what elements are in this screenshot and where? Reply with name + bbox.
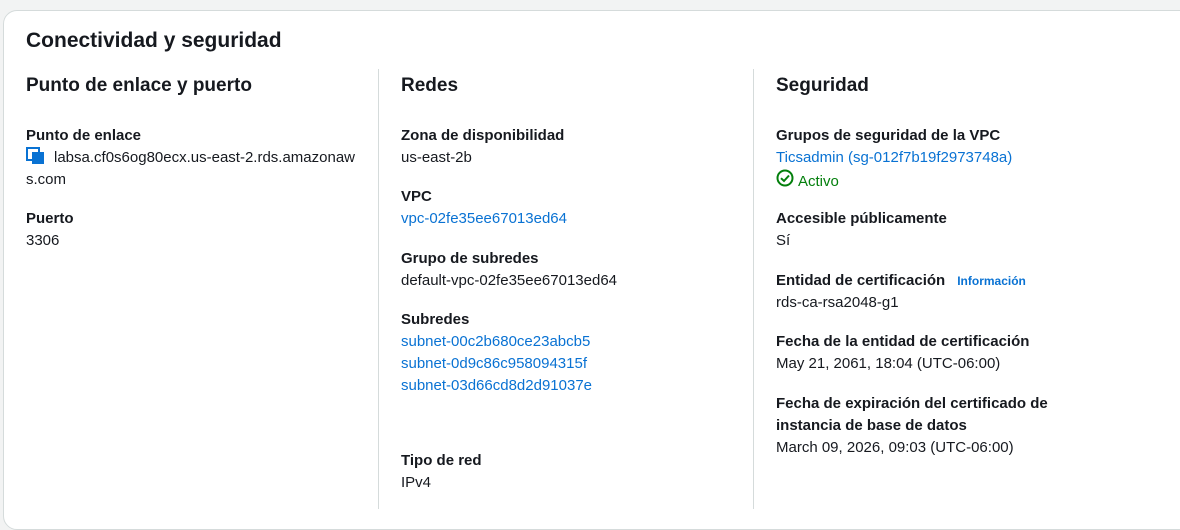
- subnet-link[interactable]: subnet-00c2b680ce23abcb5: [401, 331, 731, 353]
- az-field: Zona de disponibilidad us-east-2b: [401, 125, 731, 169]
- subnet-group-value: default-vpc-02fe35ee67013ed64: [401, 272, 618, 289]
- info-link[interactable]: Información: [957, 274, 1026, 288]
- security-title: Seguridad: [776, 75, 869, 96]
- vpc-label: VPC: [401, 188, 432, 205]
- ca-date-field: Fecha de la entidad de certificación May…: [776, 331, 1106, 375]
- ca-label-row: Entidad de certificación Información: [776, 270, 1106, 292]
- check-circle-icon: [776, 169, 794, 194]
- az-label: Zona de disponibilidad: [401, 127, 565, 144]
- endpoint-port-column: Punto de enlace y puerto Punto de enlace…: [26, 69, 356, 509]
- endpoint-field: Punto de enlace labsa.cf0s6og80ecx.us-ea…: [26, 125, 356, 191]
- networking-column: Redes Zona de disponibilidad us-east-2b …: [401, 69, 731, 509]
- network-type-label: Tipo de red: [401, 452, 482, 469]
- port-field: Puerto 3306: [26, 208, 356, 252]
- ca-date-value: May 21, 2061, 18:04 (UTC-06:00): [776, 355, 1001, 372]
- network-type-field: Tipo de red IPv4: [401, 450, 731, 494]
- security-group-link[interactable]: Ticsadmin (sg-012f7b19f2973748a): [776, 147, 1106, 169]
- security-groups-label: Grupos de seguridad de la VPC: [776, 127, 1001, 144]
- panel-title: Conectividad y seguridad: [26, 29, 282, 52]
- subnet-group-field: Grupo de subredes default-vpc-02fe35ee67…: [401, 248, 731, 292]
- public-access-value: Sí: [776, 232, 791, 249]
- az-value: us-east-2b: [401, 149, 472, 166]
- endpoint-label: Punto de enlace: [26, 127, 142, 144]
- port-value: 3306: [26, 232, 60, 249]
- network-type-value: IPv4: [401, 474, 432, 491]
- connectivity-security-panel: Conectividad y seguridad Punto de enlace…: [3, 10, 1180, 530]
- public-access-field: Accesible públicamente Sí: [776, 208, 1106, 252]
- security-column: Seguridad Grupos de seguridad de la VPC …: [776, 69, 1106, 509]
- subnet-group-label: Grupo de subredes: [401, 250, 539, 267]
- vpc-link[interactable]: vpc-02fe35ee67013ed64: [401, 208, 731, 230]
- ca-date-label: Fecha de la entidad de certificación: [776, 333, 1030, 350]
- security-groups-field: Grupos de seguridad de la VPC Ticsadmin …: [776, 125, 1106, 194]
- endpoint-value: labsa.cf0s6og80ecx.us-east-2.rds.amazona…: [26, 149, 355, 188]
- status-text: Activo: [798, 172, 839, 190]
- cert-expiration-value: March 09, 2026, 09:03 (UTC-06:00): [776, 439, 1014, 456]
- cert-expiration-label: Fecha de expiración del certificado de i…: [776, 395, 1048, 434]
- cert-expiration-field: Fecha de expiración del certificado de i…: [776, 393, 1066, 459]
- column-divider: [378, 69, 379, 509]
- subnets-field: Subredes subnet-00c2b680ce23abcb5 subnet…: [401, 309, 731, 397]
- subnet-link[interactable]: subnet-03d66cd8d2d91037e: [401, 375, 731, 397]
- copy-icon[interactable]: [26, 147, 48, 165]
- ca-value: rds-ca-rsa2048-g1: [776, 294, 899, 311]
- networking-title: Redes: [401, 75, 459, 96]
- vpc-field: VPC vpc-02fe35ee67013ed64: [401, 186, 731, 230]
- status-badge: Activo: [776, 169, 1106, 194]
- ca-label: Entidad de certificación: [776, 272, 946, 289]
- public-access-label: Accesible públicamente: [776, 210, 947, 227]
- port-label: Puerto: [26, 210, 74, 227]
- column-divider: [753, 69, 754, 509]
- subnets-label: Subredes: [401, 311, 470, 328]
- ca-field: Entidad de certificación Información rds-…: [776, 270, 1106, 314]
- endpoint-value-row: labsa.cf0s6og80ecx.us-east-2.rds.amazona…: [26, 147, 356, 191]
- subnet-link[interactable]: subnet-0d9c86c958094315f: [401, 353, 731, 375]
- endpoint-port-title: Punto de enlace y puerto: [26, 75, 252, 96]
